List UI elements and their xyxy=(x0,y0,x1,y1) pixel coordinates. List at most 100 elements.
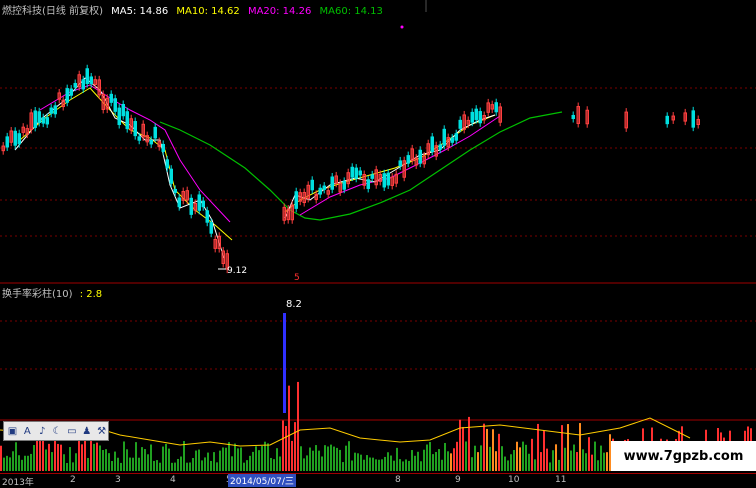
turnover-bar xyxy=(111,461,113,471)
turnover-bar xyxy=(195,450,197,471)
turnover-bar xyxy=(159,462,161,471)
turnover-bar xyxy=(402,461,404,471)
turnover-bar xyxy=(369,457,371,471)
candle xyxy=(386,172,390,186)
chart-canvas[interactable]: 9.12 8.2 5 xyxy=(0,0,756,487)
turnover-bar xyxy=(420,461,422,471)
turnover-bar xyxy=(474,445,476,471)
turnover-bar xyxy=(414,455,416,471)
turnover-bar xyxy=(219,450,221,471)
turnover-bar xyxy=(132,457,134,471)
turnover-bar xyxy=(363,459,365,471)
candle xyxy=(165,159,169,169)
turnover-bar xyxy=(378,459,380,471)
turnover-bar xyxy=(348,441,350,471)
turnover-bar xyxy=(60,444,62,471)
turnover-bar xyxy=(279,456,281,471)
turnover-bar xyxy=(258,450,260,471)
turnover-bar xyxy=(576,452,578,471)
turnover-bar xyxy=(381,459,383,471)
turnover-bar xyxy=(24,455,26,471)
turnover-bar xyxy=(270,457,272,471)
x-tick: 2 xyxy=(70,475,76,485)
turnover-bar xyxy=(6,455,8,471)
turnover-bar xyxy=(339,449,341,471)
turnover-bar xyxy=(579,423,581,471)
turnover-bar xyxy=(96,442,98,471)
turnover-bar xyxy=(459,419,461,471)
turnover-bar xyxy=(417,451,419,471)
turnover-bar xyxy=(135,442,137,471)
turnover-bar xyxy=(261,446,263,471)
turnover-bar xyxy=(177,458,179,471)
turnover-bar xyxy=(510,454,512,471)
turnover-bar xyxy=(93,443,95,471)
keyboard-icon[interactable]: ▭ xyxy=(65,425,78,438)
turnover-bar xyxy=(411,450,413,471)
turnover-bar xyxy=(318,450,320,471)
turnover-bar xyxy=(507,460,509,471)
turnover-bar xyxy=(171,462,173,471)
turnover-bar xyxy=(294,422,296,471)
turnover-bar xyxy=(342,462,344,471)
moon-icon[interactable]: ☾ xyxy=(51,425,64,438)
candle xyxy=(330,176,334,190)
turnover-bar xyxy=(450,453,452,471)
turnover-bar xyxy=(471,457,473,471)
turnover-bar xyxy=(231,456,233,471)
turnover-bar xyxy=(99,445,101,471)
turnover-bar xyxy=(291,440,293,471)
turnover-bar xyxy=(486,428,488,471)
turnover-bar xyxy=(432,454,434,471)
candle xyxy=(470,111,474,123)
text-icon[interactable]: A xyxy=(21,425,34,438)
turnover-bar xyxy=(516,441,518,471)
turnover-bar xyxy=(141,447,143,471)
turnover-bar xyxy=(3,457,5,471)
turnover-bar xyxy=(282,420,284,471)
candle xyxy=(354,167,358,179)
turnover-bar xyxy=(18,455,20,471)
turnover-bar xyxy=(168,448,170,471)
turnover-bar xyxy=(33,445,35,471)
ma60-value: MA60: 14.13 xyxy=(319,6,383,17)
turnover-bar xyxy=(441,459,443,471)
turnover-bar xyxy=(504,456,506,471)
turnover-bar xyxy=(189,462,191,471)
turnover-bar xyxy=(264,441,266,471)
turnover-bar xyxy=(393,460,395,471)
turnover-bar xyxy=(255,446,257,471)
candle xyxy=(294,191,298,209)
turnover-bar xyxy=(327,446,329,471)
candle xyxy=(37,111,41,124)
candle xyxy=(73,82,77,88)
turnover-peak-bar xyxy=(283,313,286,413)
turnover-bar xyxy=(480,445,482,471)
turnover-bar xyxy=(252,451,254,471)
turnover-bar xyxy=(186,462,188,471)
turnover-bar xyxy=(399,459,401,471)
turnover-bar xyxy=(513,449,515,471)
person-icon[interactable]: ♟ xyxy=(80,425,93,438)
ma5-value: MA5: 14.86 xyxy=(111,6,169,17)
turnover-bar xyxy=(597,460,599,471)
window-icon[interactable]: ▣ xyxy=(6,425,19,438)
turnover-bar xyxy=(372,457,374,471)
turnover-bar xyxy=(531,438,533,471)
candle xyxy=(17,133,21,145)
low-price-label: 9.12 xyxy=(227,266,247,276)
turnover-bar xyxy=(225,447,227,471)
turnover-bar xyxy=(78,437,80,471)
candle xyxy=(113,98,117,112)
candle xyxy=(691,110,695,128)
draw-icon[interactable]: ♪ xyxy=(36,425,49,438)
turnover-bar xyxy=(114,451,116,471)
turnover-bar xyxy=(183,441,185,471)
turnover-bar xyxy=(165,443,167,471)
turnover-bar xyxy=(21,459,23,471)
turnover-bar xyxy=(456,441,458,471)
turnover-bar xyxy=(567,424,569,471)
candle xyxy=(366,179,370,189)
wrench-icon[interactable]: ⚒ xyxy=(95,425,108,438)
x-tick: 3 xyxy=(115,475,121,485)
